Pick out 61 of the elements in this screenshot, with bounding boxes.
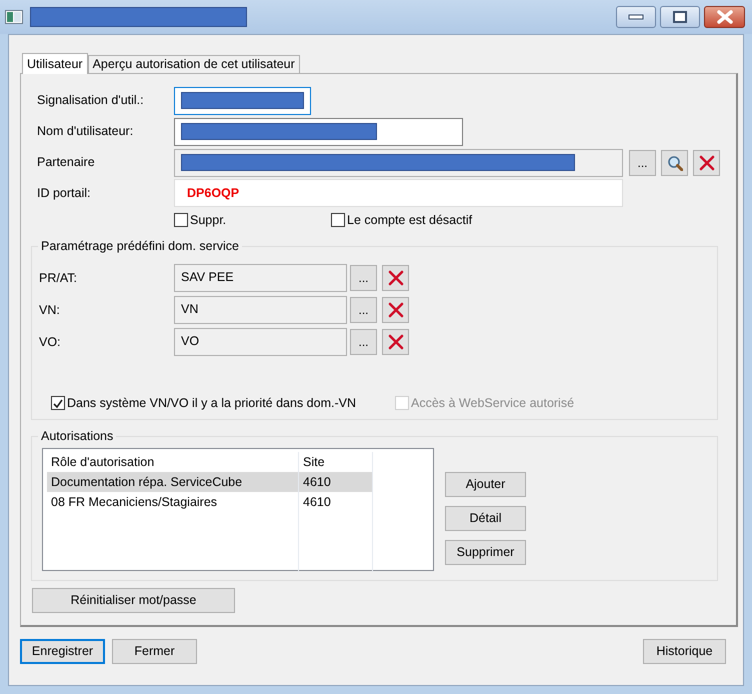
- search-icon: [666, 154, 682, 170]
- field-value: VO: [181, 333, 200, 350]
- group-title: Paramétrage prédéfini dom. service: [38, 238, 242, 254]
- input-field[interactable]: [174, 148, 623, 176]
- input-field[interactable]: [174, 86, 311, 114]
- field-label: Partenaire: [36, 154, 96, 172]
- checkbox[interactable]: [51, 396, 65, 410]
- close-button[interactable]: [704, 6, 745, 28]
- field-label: VN:: [38, 302, 61, 319]
- input-field[interactable]: VO: [174, 328, 347, 356]
- minimize-button[interactable]: [616, 6, 656, 28]
- close-icon: [388, 334, 404, 350]
- browse-button[interactable]: ...: [350, 329, 377, 355]
- field-label: ID portail:: [36, 184, 92, 202]
- field-value: DP6OQP: [186, 184, 240, 202]
- field-value: SAV PEE: [181, 269, 234, 286]
- clear-button[interactable]: [382, 329, 409, 355]
- clear-button[interactable]: [693, 150, 720, 176]
- browse-button[interactable]: ...: [350, 265, 377, 291]
- app-icon: [5, 10, 23, 24]
- field-label: PR/AT:: [38, 270, 78, 287]
- checkbox[interactable]: [331, 213, 345, 227]
- close-icon: [388, 270, 404, 286]
- clear-button[interactable]: [382, 297, 409, 323]
- input-field[interactable]: VN: [174, 296, 347, 324]
- action-button[interactable]: Supprimer: [445, 540, 526, 565]
- tab[interactable]: Utilisateur: [22, 53, 88, 74]
- maximize-button[interactable]: [660, 6, 700, 28]
- history-button[interactable]: Historique: [643, 639, 726, 664]
- field-label: VO:: [38, 334, 62, 351]
- check-icon: [52, 398, 64, 409]
- input-field[interactable]: DP6OQP: [174, 179, 623, 207]
- browse-button[interactable]: ...: [350, 297, 377, 323]
- table-cell[interactable]: 4610: [299, 492, 373, 512]
- minimize-icon: [628, 14, 644, 20]
- close-icon: [388, 302, 404, 318]
- tab[interactable]: Aperçu autorisation de cet utilisateur: [88, 55, 300, 73]
- browse-button[interactable]: ...: [629, 150, 656, 176]
- field-value: VN: [181, 301, 198, 318]
- checkbox[interactable]: [174, 213, 188, 227]
- input-field[interactable]: SAV PEE: [174, 264, 347, 292]
- table-cell[interactable]: 4610: [299, 472, 373, 492]
- input-field[interactable]: [174, 118, 463, 146]
- table-cell[interactable]: 08 FR Mecaniciens/Stagiaires: [47, 492, 299, 512]
- clear-button[interactable]: [382, 265, 409, 291]
- action-button[interactable]: Détail: [445, 506, 526, 531]
- checkbox-label: Dans système VN/VO il y a la priorité dans dom.-VN: [67, 395, 356, 412]
- close-icon: [698, 154, 714, 170]
- field-label: Signalisation d'util.:: [36, 92, 145, 110]
- reset-password-button[interactable]: Réinitialiser mot/passe: [32, 588, 235, 613]
- checkbox-label: Suppr.: [190, 212, 226, 229]
- checkbox-label: Accès à WebService autorisé: [411, 395, 574, 412]
- action-button[interactable]: Ajouter: [445, 472, 526, 497]
- field-label: Nom d'utilisateur:: [36, 123, 134, 140]
- maximize-icon: [673, 11, 687, 23]
- footer-button[interactable]: Enregistrer: [20, 639, 105, 664]
- checkbox-label: Le compte est désactif: [347, 212, 472, 229]
- search-button[interactable]: [661, 150, 688, 176]
- close-icon: [716, 9, 734, 25]
- table-cell[interactable]: Documentation répa. ServiceCube: [47, 472, 299, 492]
- footer-button[interactable]: Fermer: [112, 639, 197, 664]
